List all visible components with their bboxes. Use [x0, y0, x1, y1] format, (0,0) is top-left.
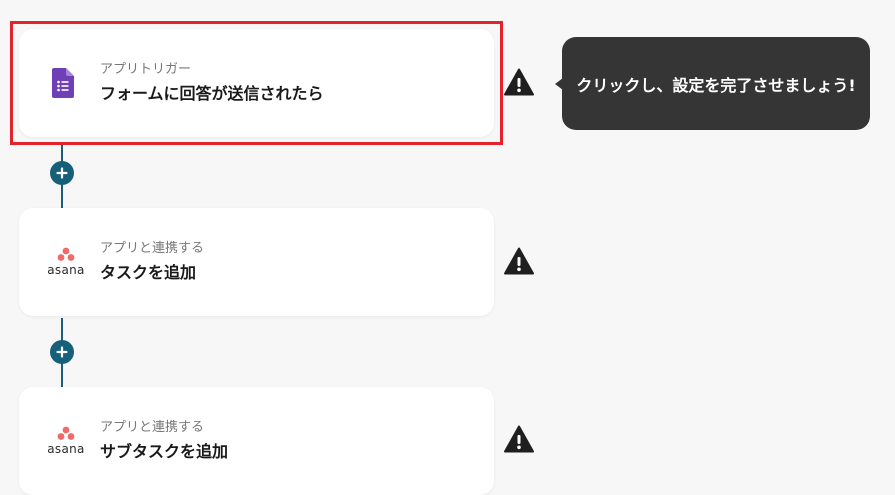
trigger-step-card[interactable]: アプリトリガー フォームに回答が送信されたら — [10, 21, 503, 145]
step-text: アプリと連携する サブタスクを追加 — [100, 419, 228, 463]
action-step-card[interactable]: asana アプリと連携する タスクを追加 — [19, 208, 494, 316]
warning-triangle-icon[interactable] — [503, 67, 535, 97]
tooltip-text: クリックし、設定を完了させましょう! — [576, 75, 856, 95]
asana-icon: asana — [44, 243, 88, 281]
add-step-button[interactable] — [50, 161, 74, 185]
asana-icon: asana — [44, 422, 88, 460]
action-step-card[interactable]: asana アプリと連携する サブタスクを追加 — [19, 387, 494, 495]
warning-triangle-icon[interactable] — [503, 246, 535, 276]
step-category: アプリと連携する — [100, 420, 205, 435]
step-title: フォームに回答が送信されたら — [100, 84, 324, 103]
step-title: タスクを追加 — [100, 263, 197, 282]
asana-logo-text: asana — [47, 263, 85, 277]
plus-icon — [56, 167, 68, 179]
step-category: アプリと連携する — [100, 241, 205, 256]
google-forms-icon — [44, 64, 82, 102]
setup-tooltip: クリックし、設定を完了させましょう! — [555, 37, 870, 130]
asana-logo-text: asana — [47, 442, 85, 456]
step-title: サブタスクを追加 — [100, 442, 229, 461]
add-step-button[interactable] — [50, 340, 74, 364]
workflow-canvas: アプリトリガー フォームに回答が送信されたら asana アプリと連携する タス… — [0, 0, 895, 495]
plus-icon — [56, 346, 68, 358]
warning-triangle-icon[interactable] — [503, 424, 535, 454]
step-category: アプリトリガー — [100, 62, 192, 77]
step-text: アプリトリガー フォームに回答が送信されたら — [100, 61, 324, 105]
step-text: アプリと連携する タスクを追加 — [100, 240, 204, 284]
